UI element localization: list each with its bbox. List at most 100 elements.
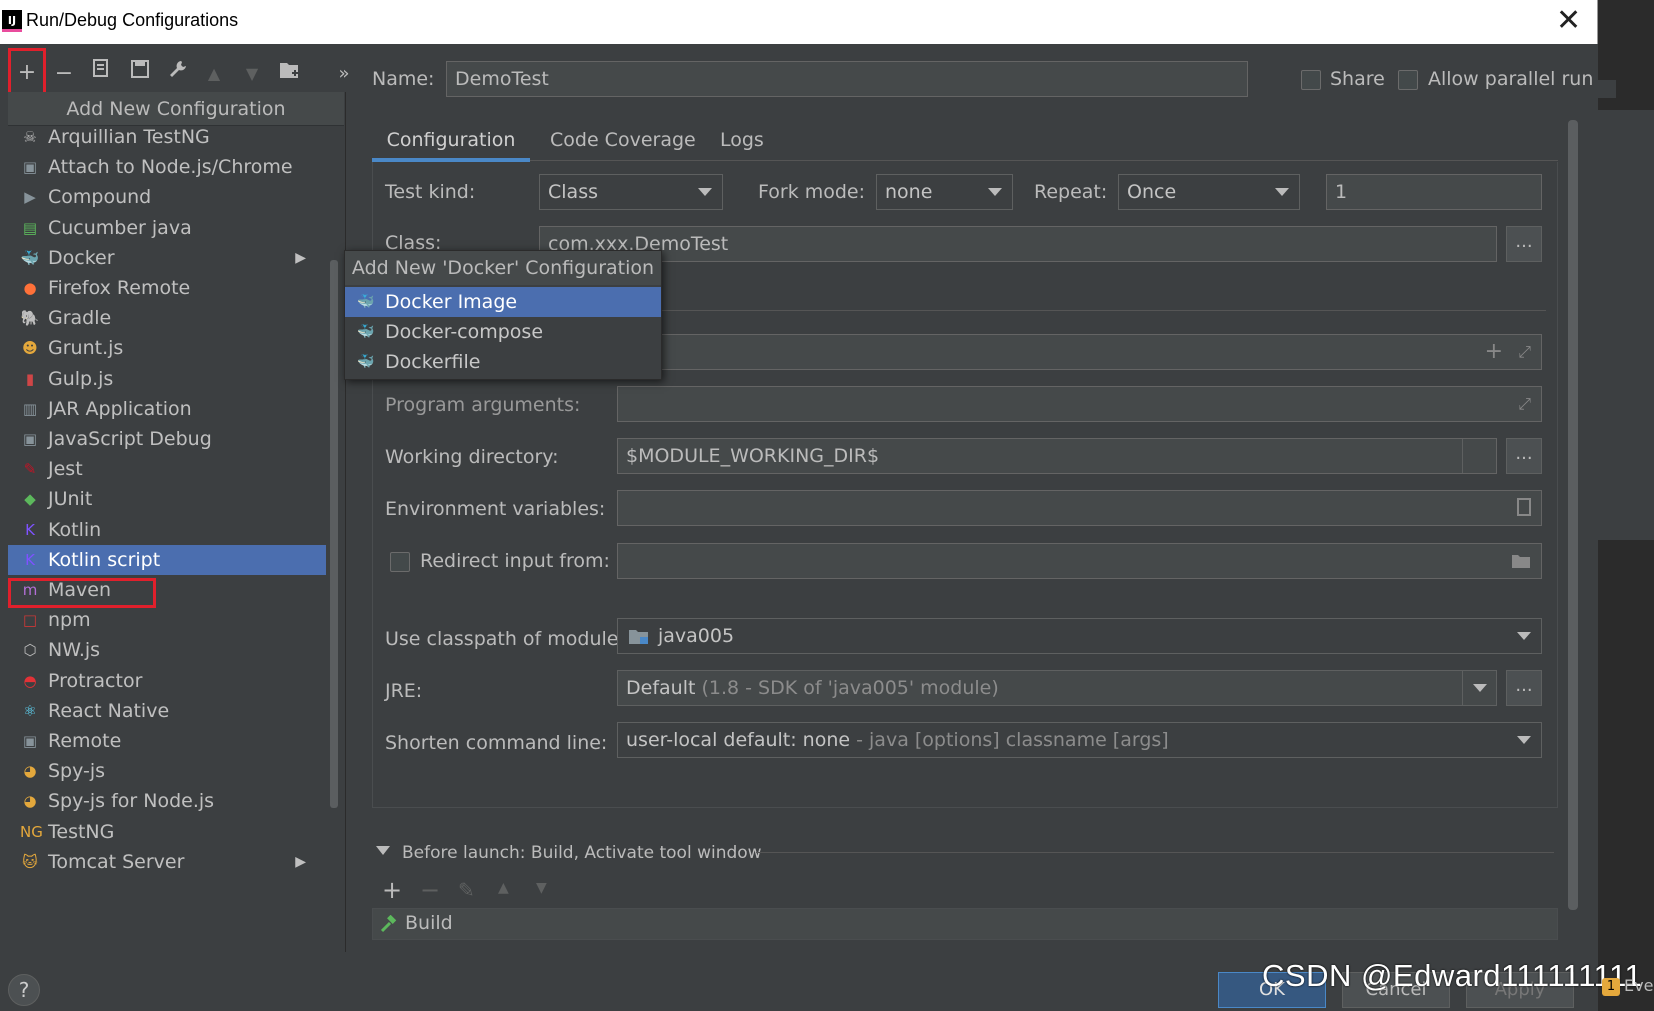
config-type-item[interactable]: K Kotlin script — [8, 544, 326, 575]
jre-value: Default — [626, 677, 696, 699]
task-list: Build — [372, 908, 1558, 940]
shorten-command-line-select[interactable]: user-local default: none - java [options… — [617, 722, 1542, 758]
config-type-label: Kotlin script — [48, 548, 161, 571]
working-directory-dropdown[interactable] — [1462, 439, 1496, 473]
form-scrollbar[interactable] — [1568, 120, 1578, 910]
csdn-watermark: CSDN @Edward111111111 — [1262, 958, 1643, 993]
test-kind-select[interactable]: Class — [539, 174, 723, 210]
edit-task-icon[interactable]: ✎ — [458, 878, 475, 902]
jre-dropdown[interactable] — [1462, 671, 1496, 705]
task-down-icon[interactable]: ▼ — [536, 880, 547, 896]
collapse-before-launch-icon[interactable] — [376, 846, 390, 855]
save-configuration-icon[interactable] — [126, 58, 154, 90]
allow-parallel-run-checkbox[interactable] — [1398, 70, 1418, 90]
name-input[interactable]: DemoTest — [446, 61, 1248, 97]
config-type-item[interactable]: ◕ Spy-js for Node.js — [8, 786, 326, 816]
folder-icon[interactable] — [1511, 553, 1531, 569]
task-up-icon[interactable]: ▲ — [498, 880, 509, 896]
docker-option-item[interactable]: 🐳 Docker Image — [345, 287, 661, 317]
close-icon[interactable]: ✕ — [1556, 5, 1581, 37]
add-task-icon[interactable]: + — [382, 876, 402, 904]
event-log-label[interactable]: Eve — [1624, 976, 1653, 995]
class-browse-button[interactable]: ... — [1506, 226, 1542, 262]
config-type-item[interactable]: ⚛ React Native — [8, 696, 326, 726]
move-up-icon[interactable]: ▲ — [200, 58, 228, 90]
add-icon[interactable]: + — [1485, 335, 1503, 369]
config-type-icon: ✎ — [23, 460, 37, 479]
chevron-down-icon — [1473, 684, 1487, 692]
config-type-item[interactable]: ✎ Jest — [8, 454, 326, 484]
share-checkbox[interactable] — [1301, 70, 1321, 90]
repeat-count-input[interactable]: 1 — [1326, 174, 1542, 210]
config-type-item[interactable]: ▥ JAR Application — [8, 394, 326, 424]
chevron-down-icon — [698, 188, 712, 196]
move-down-icon[interactable]: ▼ — [238, 58, 266, 90]
config-type-item[interactable]: ▮ Gulp.js — [8, 364, 326, 394]
config-type-item[interactable]: 🐘 Gradle — [8, 303, 326, 333]
config-type-item[interactable]: ☻ Grunt.js — [8, 333, 326, 363]
config-type-item[interactable]: ☠ Arquillian TestNG — [8, 122, 326, 152]
classpath-module-select[interactable]: java005 — [617, 618, 1542, 654]
config-type-item[interactable]: ● Firefox Remote — [8, 273, 326, 303]
docker-icon: 🐳 — [357, 324, 375, 340]
config-type-item[interactable]: ▶ Compound — [8, 182, 326, 212]
fork-mode-select[interactable]: none — [876, 174, 1013, 210]
config-type-icon: ▮ — [25, 369, 35, 388]
working-directory-browse-button[interactable]: ... — [1506, 438, 1542, 474]
config-type-label: Attach to Node.js/Chrome — [48, 156, 293, 179]
config-type-label: Remote — [48, 730, 122, 752]
expand-icon[interactable]: ⤢ — [1518, 387, 1531, 421]
copy-configuration-icon[interactable] — [88, 58, 116, 90]
config-type-label: npm — [48, 609, 91, 632]
event-badge[interactable]: 1 — [1602, 978, 1620, 996]
config-type-item[interactable]: ▤ Cucumber java — [8, 213, 326, 243]
class-input[interactable]: com.xxx.DemoTest — [539, 226, 1497, 262]
config-type-item[interactable]: ⬡ NW.js — [8, 635, 326, 665]
remove-configuration-button[interactable]: − — [50, 58, 78, 90]
config-type-item[interactable]: 🐱 Tomcat Server ▶ — [8, 847, 326, 877]
docker-option-item[interactable]: 🐳 Docker-compose — [345, 317, 661, 347]
config-type-item[interactable]: NG TestNG — [8, 817, 326, 847]
redirect-input-checkbox[interactable] — [390, 552, 410, 572]
program-arguments-input[interactable]: ⤢ — [617, 386, 1542, 422]
config-type-item[interactable]: ◆ JUnit — [8, 484, 326, 514]
jre-select[interactable]: Default (1.8 - SDK of 'java005' module) — [617, 670, 1497, 706]
docker-option-item[interactable]: 🐳 Dockerfile — [345, 347, 661, 377]
docker-submenu-header: Add New 'Docker' Configuration — [345, 251, 661, 285]
program-arguments-label: Program arguments: — [385, 394, 581, 416]
remove-task-icon[interactable]: − — [420, 876, 440, 904]
vm-options-input[interactable]: + ⤢ — [617, 334, 1542, 370]
edit-env-icon[interactable] — [1517, 498, 1531, 516]
tab-configuration[interactable]: Configuration — [372, 118, 530, 162]
window-title: Run/Debug Configurations — [26, 10, 239, 30]
config-type-item[interactable]: 🐳 Docker ▶ — [8, 243, 326, 273]
more-actions-icon[interactable]: » — [330, 58, 358, 90]
expand-icon[interactable]: ⤢ — [1518, 335, 1531, 369]
redirect-input-field[interactable] — [617, 543, 1542, 579]
config-type-item[interactable]: □ npm — [8, 605, 326, 635]
config-type-item[interactable]: ◕ Spy-js — [8, 756, 326, 786]
config-type-icon: ◆ — [24, 490, 36, 509]
config-type-icon: K — [25, 520, 35, 539]
jre-browse-button[interactable]: ... — [1506, 670, 1542, 706]
new-folder-icon[interactable] — [276, 58, 304, 90]
repeat-select[interactable]: Once — [1118, 174, 1300, 210]
config-type-icon: K — [25, 550, 35, 569]
list-scrollbar[interactable] — [330, 260, 338, 808]
help-button[interactable]: ? — [8, 974, 40, 1006]
config-type-item[interactable]: ▣ JavaScript Debug — [8, 424, 326, 454]
config-type-item[interactable]: ◓ Protractor — [8, 666, 326, 696]
add-configuration-button[interactable]: + — [8, 48, 46, 98]
edit-defaults-wrench-icon[interactable] — [164, 58, 192, 90]
config-type-item[interactable]: ▣ Remote — [8, 726, 326, 756]
config-type-label: TestNG — [48, 820, 115, 843]
tab-logs[interactable]: Logs — [710, 118, 774, 162]
shorten-command-line-hint: - java [options] classname [args] — [850, 729, 1169, 751]
working-directory-input[interactable]: $MODULE_WORKING_DIR$ — [617, 438, 1497, 474]
intellij-logo-icon: IJ — [2, 10, 22, 32]
config-type-item[interactable]: K Kotlin — [8, 515, 326, 545]
tab-code-coverage[interactable]: Code Coverage — [540, 118, 706, 162]
share-label: Share — [1330, 68, 1385, 90]
environment-variables-input[interactable] — [617, 490, 1542, 526]
config-type-item[interactable]: ▣ Attach to Node.js/Chrome — [8, 152, 326, 182]
